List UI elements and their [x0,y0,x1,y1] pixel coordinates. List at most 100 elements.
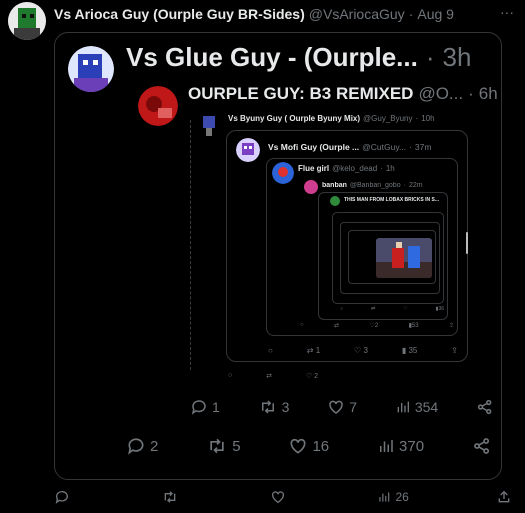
share-icon [498,490,510,503]
reply-icon [55,491,68,504]
quote6-time[interactable]: 22m [409,182,423,189]
views-button[interactable]: 26 [377,489,409,505]
reply-button[interactable]: 1 [190,398,220,416]
share-button[interactable] [496,489,512,505]
share-icon[interactable]: ⇪ [451,346,458,355]
quote3-author-name[interactable]: Vs Byuny Guy ( Ourple Byuny Mix) [228,114,360,123]
repost-icon[interactable]: ⇄ [266,372,272,380]
more-options-icon: ··· [500,4,514,20]
reply-icon[interactable]: ○ [268,346,273,355]
avatar-image-icon [236,138,260,162]
quote4-avatar [236,138,260,162]
quote1-avatar [68,46,114,92]
views-icon[interactable]: ▮36 [436,306,444,312]
quote3-author-handle[interactable]: @Guy_Byuny [363,114,412,123]
repost-icon[interactable]: ⇄ [334,322,339,329]
heart-icon [272,491,285,504]
outer-dot: · [408,6,414,22]
media-thumbnail[interactable] [376,238,432,278]
quote2-time[interactable]: 6h [479,84,498,104]
views-icon [380,440,393,452]
repost-count: 1 [315,346,321,355]
scrollbar[interactable] [466,232,468,254]
reply-icon[interactable]: ○ [300,322,304,329]
like-count: 7 [349,399,358,415]
outer-actions: 26 [54,489,512,505]
quote5-author-handle[interactable]: @kelo_dead [332,164,377,173]
share-icon [477,399,492,415]
more-options-button[interactable]: ··· [500,4,514,20]
quote3-time[interactable]: 10h [421,114,434,123]
views-count: 26 [395,490,409,504]
reply-count: 1 [212,399,220,415]
like-button[interactable] [270,489,290,505]
views-count: 36 [438,306,444,312]
quote4-author-name[interactable]: Vs Mofi Guy (Ourple ... [268,142,359,152]
quote2-author-name[interactable]: OURPLE GUY: B3 REMIXED [188,84,413,104]
repost-icon [164,491,176,503]
quote2-dot: · [468,84,474,103]
views-count: 53 [411,323,419,329]
views-count: 370 [399,437,425,455]
quote6-author-name[interactable]: banban [322,182,347,189]
outer-author-name[interactable]: Vs Arioca Guy (Ourple Guy BR-Sides) [54,6,305,22]
like-button[interactable]: 16 [288,436,329,456]
media-image-icon [376,238,432,278]
avatar-image-icon [138,86,178,126]
quote2-actions: 1 3 7 354 [190,398,494,416]
like-count: 2 [314,373,318,380]
quote2-author-handle[interactable]: @O... [418,84,463,104]
reply-icon [191,400,206,415]
reply-icon[interactable]: ○ [228,372,232,380]
reply-button[interactable] [54,489,74,505]
outer-date[interactable]: Aug 9 [417,6,454,22]
share-button[interactable] [476,398,494,416]
quote4-time[interactable]: 37m [415,142,432,152]
views-icon [397,401,409,413]
repost-icon [210,438,224,454]
heart-icon [329,400,343,414]
quote6-actions: ○ ⇄ ♡ ▮36 [340,306,444,312]
repost-count: 5 [232,437,241,455]
quote5-time[interactable]: 1h [386,164,395,173]
quote5-avatar [272,162,294,184]
views-icon [379,492,390,502]
thread-line [190,120,191,370]
quote4-actions: ○ ⇄ 1 ♡ 3 ▮ 35 ⇪ [268,346,458,355]
share-button[interactable] [472,436,492,456]
like-icon[interactable]: ♡ 2 [306,372,318,380]
share-icon[interactable]: ⇪ [449,322,454,329]
repost-button[interactable]: 5 [206,436,241,456]
like-button[interactable]: 7 [327,398,357,416]
repost-icon[interactable]: ⇄ 1 [307,346,320,355]
views-icon[interactable]: ▮ 35 [402,346,418,355]
quote6-avatar [304,180,318,194]
repost-button[interactable] [161,489,183,505]
reply-button[interactable]: 2 [126,436,158,456]
quote1-time[interactable]: 3h [443,42,472,73]
reply-icon[interactable]: ○ [340,306,343,312]
quote7-author-name[interactable]: THIS MAN FROM LOBAX BRICKS IN S... [344,197,439,203]
views-count: 35 [408,346,418,355]
quote1-author-name[interactable]: Vs Glue Guy - (Ourple... [126,42,418,73]
views-button[interactable]: 354 [395,398,438,416]
quote5-author-name[interactable]: Flue girl [298,164,329,173]
reply-icon [128,438,144,455]
views-icon[interactable]: ▮53 [409,322,419,329]
quote5-actions: ○ ⇄ ♡2 ▮53 ⇪ [300,322,454,329]
repost-button[interactable]: 3 [258,398,290,416]
quote6-author-handle[interactable]: @Banban_gobo [350,182,401,189]
quote3-actions: ○ ⇄ ♡ 2 [228,372,318,380]
like-icon[interactable]: ♡ 3 [354,346,368,355]
like-icon[interactable]: ♡ [403,306,407,312]
views-button[interactable]: 370 [377,436,424,456]
avatar-image-icon [203,116,215,136]
avatar-image-icon [272,162,294,184]
outer-author-handle[interactable]: @VsAriocaGuy [309,6,405,22]
repost-count: 3 [281,399,290,415]
repost-icon[interactable]: ⇄ [371,306,375,312]
like-icon[interactable]: ♡2 [369,322,378,329]
quote2-avatar [138,86,178,126]
quote4-author-handle[interactable]: @CutGuy... [362,142,406,152]
outer-avatar[interactable] [8,2,46,40]
